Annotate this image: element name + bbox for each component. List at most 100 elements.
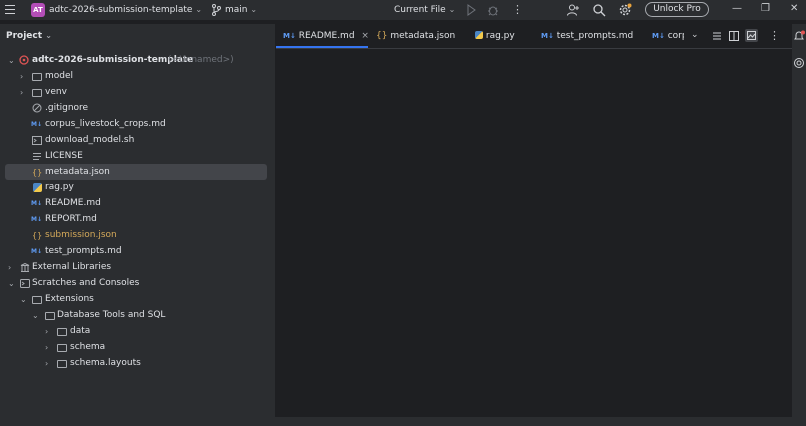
scratches-icon: [20, 279, 30, 288]
tree-item-submission-json[interactable]: {} submission.json: [5, 228, 267, 243]
tab-corpus[interactable]: M↓ corp: [652, 24, 684, 48]
tab-label: test_prompts.md: [556, 31, 634, 41]
run-config-label: Current File: [394, 5, 446, 15]
tree-item-test-prompts[interactable]: M↓ test_prompts.md: [5, 244, 267, 259]
tree-item-extensions[interactable]: ⌄ Extensions: [5, 292, 267, 307]
markdown-file-icon: M↓: [652, 32, 665, 40]
tree-item-schema-layouts[interactable]: › schema.layouts: [5, 356, 267, 371]
restore-icon[interactable]: ❐: [761, 3, 770, 14]
tree-label: rag.py: [45, 182, 74, 192]
project-switcher[interactable]: adtc-2026-submission-template ⌄: [49, 5, 202, 15]
tree-label: data: [70, 326, 91, 336]
tree-label: submission.json: [45, 230, 117, 240]
tab-list-chevron-icon[interactable]: ⌄: [691, 30, 699, 40]
tree-item-gitignore[interactable]: .gitignore: [5, 101, 267, 116]
folder-icon: [57, 328, 67, 336]
root-suffix: (<Unnamed>): [168, 55, 234, 65]
tree-item-report[interactable]: M↓ REPORT.md: [5, 212, 267, 227]
tree-root[interactable]: ⌄ adtc-2026-submission-template (<Unname…: [5, 53, 267, 68]
tree-label: metadata.json: [45, 167, 110, 177]
editor-only-icon[interactable]: [712, 31, 722, 41]
markdown-file-icon: M↓: [31, 248, 42, 255]
library-icon: [20, 263, 30, 272]
split-view-icon[interactable]: [729, 31, 739, 41]
branch-icon[interactable]: [211, 4, 221, 16]
unlock-pro-button[interactable]: Unlock Pro: [645, 2, 709, 17]
branch-switcher[interactable]: main ⌄: [225, 5, 257, 15]
notifications-icon[interactable]: [793, 30, 805, 42]
tree-label: venv: [45, 87, 67, 97]
project-badge[interactable]: AT: [31, 3, 45, 17]
python-file-icon: [33, 183, 42, 192]
ai-assistant-icon[interactable]: [793, 57, 805, 69]
preview-icon[interactable]: [745, 29, 758, 42]
hamburger-icon[interactable]: [5, 5, 15, 15]
tree-label: download_model.sh: [45, 135, 135, 145]
title-bar: AT adtc-2026-submission-template ⌄ main …: [0, 0, 806, 21]
json-file-icon: {}: [32, 168, 43, 177]
tab-label: metadata.json: [390, 31, 456, 41]
branch-name: main: [225, 5, 248, 15]
tab-metadata-json[interactable]: {} metadata.json: [376, 24, 455, 48]
tree-item-database-tools[interactable]: ⌄ Database Tools and SQL: [5, 308, 267, 323]
tab-readme[interactable]: M↓ README.md ×: [276, 24, 369, 48]
tree-item-schema[interactable]: › schema: [5, 340, 267, 355]
tree-label: External Libraries: [32, 262, 112, 272]
search-icon[interactable]: [592, 3, 606, 17]
chevron-right-icon: ›: [20, 88, 24, 97]
module-icon: [19, 55, 29, 65]
tree-label: model: [45, 71, 74, 81]
settings-icon[interactable]: [618, 3, 632, 17]
tree-item-venv[interactable]: › venv: [5, 85, 267, 100]
tree-item-rag-py[interactable]: rag.py: [5, 180, 267, 195]
chevron-down-icon: ⌄: [195, 5, 203, 14]
chevron-down-icon: ⌄: [448, 5, 456, 14]
tree-item-metadata-json[interactable]: {} metadata.json: [5, 164, 267, 180]
markdown-file-icon: M↓: [541, 32, 554, 40]
tree-item-data[interactable]: › data: [5, 324, 267, 339]
tree-item-readme[interactable]: M↓ README.md: [5, 196, 267, 211]
right-tool-strip: [792, 24, 806, 417]
text-file-icon: [33, 153, 41, 160]
tree-label: corpus_livestock_crops.md: [45, 119, 166, 129]
more-icon[interactable]: ⋮: [512, 3, 526, 17]
project-panel: Project ⌄ ⌄ adtc-2026-submission-templat…: [0, 24, 275, 417]
json-file-icon: {}: [32, 231, 43, 240]
more-icon[interactable]: ⋮: [769, 29, 780, 42]
tree-item-model[interactable]: › model: [5, 69, 267, 84]
tree-item-external-libraries[interactable]: › External Libraries: [5, 260, 267, 275]
tab-test-prompts[interactable]: M↓ test_prompts.md: [541, 24, 633, 48]
folder-icon: [32, 73, 42, 81]
tab-label: rag.py: [485, 31, 515, 41]
chevron-down-icon: ⌄: [45, 31, 52, 40]
tree-label: schema.layouts: [70, 358, 141, 368]
tree-item-download-model[interactable]: download_model.sh: [5, 133, 267, 148]
tree-label: Database Tools and SQL: [57, 310, 166, 320]
run-config-selector[interactable]: Current File ⌄: [394, 5, 455, 15]
chevron-down-icon: ⌄: [250, 5, 258, 14]
run-icon[interactable]: [464, 3, 478, 17]
project-panel-header[interactable]: Project ⌄: [6, 31, 52, 41]
close-tab-icon[interactable]: ×: [361, 31, 369, 41]
tree-item-corpus[interactable]: M↓ corpus_livestock_crops.md: [5, 117, 267, 132]
status-bar: [0, 417, 806, 426]
chevron-right-icon: ›: [8, 263, 12, 272]
tree-label: Scratches and Consoles: [32, 278, 140, 288]
tree-item-license[interactable]: LICENSE: [5, 149, 267, 164]
close-icon[interactable]: ✕: [790, 3, 798, 14]
markdown-file-icon: M↓: [31, 216, 42, 223]
editor-area[interactable]: [276, 24, 806, 417]
tree-label: schema: [70, 342, 106, 352]
tab-label: corp: [667, 31, 684, 41]
project-name: adtc-2026-submission-template: [49, 5, 193, 15]
shell-file-icon: [32, 136, 42, 145]
tree-label: .gitignore: [45, 103, 89, 113]
minimize-icon[interactable]: —: [732, 3, 742, 14]
tree-item-scratches[interactable]: ⌄ Scratches and Consoles: [5, 276, 267, 291]
folder-icon: [32, 89, 42, 97]
editor-tab-bar: M↓ README.md × {} metadata.json rag.py M…: [276, 24, 792, 49]
tab-rag-py[interactable]: rag.py: [475, 24, 515, 48]
debug-icon[interactable]: [486, 3, 500, 17]
chevron-down-icon: ⌄: [20, 295, 27, 304]
add-user-icon[interactable]: [566, 3, 580, 17]
